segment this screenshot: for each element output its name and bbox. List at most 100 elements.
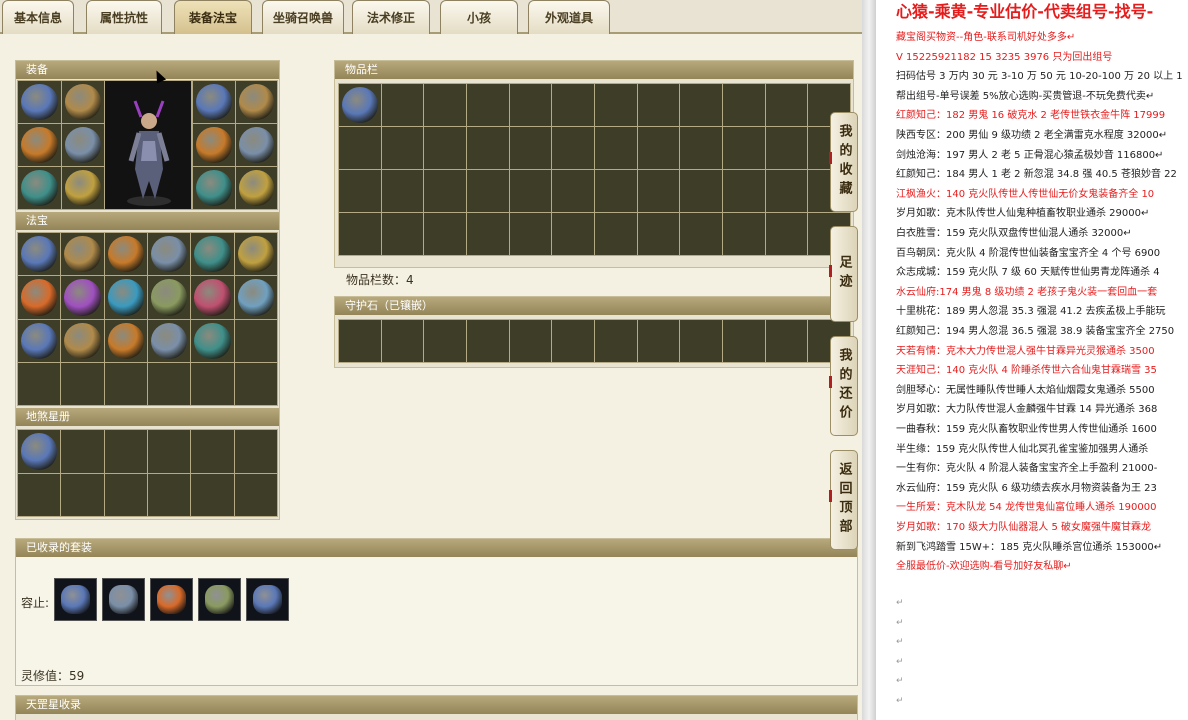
inventory-slot[interactable] (595, 170, 637, 212)
inventory-slot[interactable] (509, 127, 552, 169)
inventory-slot[interactable] (765, 84, 808, 126)
guardian-slot[interactable] (339, 320, 381, 362)
tab-spell-correction[interactable]: 法术修正 (352, 0, 430, 34)
fabao-slot[interactable] (191, 362, 234, 405)
equip-slot[interactable] (193, 124, 235, 166)
guardian-slot[interactable] (509, 320, 552, 362)
inventory-slot[interactable] (637, 213, 680, 255)
inventory-slot[interactable] (723, 127, 765, 169)
fabao-slot[interactable] (147, 319, 191, 362)
inventory-slot[interactable] (723, 84, 765, 126)
dihun-slot[interactable] (61, 473, 104, 516)
suit-item[interactable] (54, 578, 97, 621)
inventory-slot[interactable] (637, 84, 680, 126)
inventory-slot[interactable] (552, 213, 594, 255)
back-to-top-button[interactable]: 返回顶部 (829, 450, 858, 550)
inventory-slot[interactable] (381, 84, 424, 126)
inventory-slot[interactable] (723, 213, 765, 255)
fabao-slot[interactable] (234, 319, 277, 362)
dihun-slot[interactable] (191, 473, 234, 516)
tab-mounts-pets[interactable]: 坐骑召唤兽 (262, 0, 344, 34)
guardian-slot[interactable] (467, 320, 509, 362)
inventory-slot[interactable] (509, 213, 552, 255)
inventory-slot[interactable] (467, 170, 509, 212)
equip-slot[interactable] (235, 124, 277, 166)
inventory-slot[interactable] (339, 213, 381, 255)
equip-slot[interactable] (193, 81, 235, 123)
window-divider[interactable] (862, 0, 876, 720)
inventory-slot[interactable] (595, 84, 637, 126)
equip-slot[interactable] (18, 81, 61, 123)
equip-slot[interactable] (193, 167, 235, 209)
dihun-slot[interactable] (191, 430, 234, 473)
fabao-slot[interactable] (61, 233, 104, 276)
dihun-slot[interactable] (18, 473, 61, 516)
suit-item[interactable] (150, 578, 193, 621)
fabao-slot[interactable] (147, 233, 191, 276)
inventory-slot[interactable] (467, 127, 509, 169)
inventory-slot[interactable] (467, 84, 509, 126)
inventory-slot[interactable] (509, 84, 552, 126)
inventory-slot[interactable] (424, 213, 466, 255)
equip-slot[interactable] (61, 124, 104, 166)
fabao-slot[interactable] (191, 319, 234, 362)
dihun-slot[interactable] (104, 430, 147, 473)
inventory-slot[interactable] (637, 127, 680, 169)
inventory-slot[interactable] (765, 213, 808, 255)
inventory-slot[interactable] (552, 127, 594, 169)
guardian-slot[interactable] (552, 320, 594, 362)
inventory-slot[interactable] (381, 213, 424, 255)
equip-slot[interactable] (18, 124, 61, 166)
inventory-slot[interactable] (509, 170, 552, 212)
inventory-slot[interactable] (680, 127, 722, 169)
inventory-slot[interactable] (765, 127, 808, 169)
fabao-slot[interactable] (61, 276, 104, 319)
dihun-slot[interactable] (234, 473, 277, 516)
dihun-slot[interactable] (147, 473, 191, 516)
equip-slot[interactable] (235, 167, 277, 209)
tab-attributes[interactable]: 属性抗性 (86, 0, 162, 34)
footprint-button[interactable]: 足迹 (829, 226, 858, 322)
inventory-slot[interactable] (339, 170, 381, 212)
fabao-slot[interactable] (18, 319, 61, 362)
inventory-slot[interactable] (381, 170, 424, 212)
fabao-slot[interactable] (234, 362, 277, 405)
fabao-slot[interactable] (104, 362, 147, 405)
guardian-slot[interactable] (723, 320, 765, 362)
inventory-slot[interactable] (467, 213, 509, 255)
fabao-slot[interactable] (234, 233, 277, 276)
inventory-slot[interactable] (552, 84, 594, 126)
fabao-slot[interactable] (61, 319, 104, 362)
inventory-slot[interactable] (595, 213, 637, 255)
my-offers-button[interactable]: 我的还价 (829, 336, 858, 436)
dihun-slot[interactable] (18, 430, 61, 473)
equip-slot[interactable] (61, 81, 104, 123)
fabao-slot[interactable] (18, 276, 61, 319)
inventory-slot[interactable] (680, 213, 722, 255)
fabao-slot[interactable] (104, 233, 147, 276)
suit-item[interactable] (102, 578, 145, 621)
equip-slot[interactable] (18, 167, 61, 209)
tab-basic-info[interactable]: 基本信息 (2, 0, 74, 34)
inventory-slot[interactable] (680, 170, 722, 212)
guardian-slot[interactable] (765, 320, 808, 362)
tab-equipment[interactable]: 装备法宝 (174, 0, 252, 34)
my-favorites-button[interactable]: 我的收藏 (829, 112, 858, 212)
suit-item[interactable] (198, 578, 241, 621)
fabao-slot[interactable] (104, 276, 147, 319)
inventory-slot[interactable] (424, 170, 466, 212)
inventory-slot[interactable] (595, 127, 637, 169)
inventory-slot[interactable] (339, 84, 381, 126)
fabao-slot[interactable] (191, 276, 234, 319)
inventory-slot[interactable] (424, 127, 466, 169)
equip-slot[interactable] (235, 81, 277, 123)
guardian-slot[interactable] (424, 320, 466, 362)
guardian-slot[interactable] (381, 320, 424, 362)
fabao-slot[interactable] (147, 276, 191, 319)
guardian-slot[interactable] (637, 320, 680, 362)
equip-slot[interactable] (61, 167, 104, 209)
inventory-slot[interactable] (723, 170, 765, 212)
inventory-slot[interactable] (765, 170, 808, 212)
fabao-slot[interactable] (61, 362, 104, 405)
tab-appearance[interactable]: 外观道具 (528, 0, 610, 34)
